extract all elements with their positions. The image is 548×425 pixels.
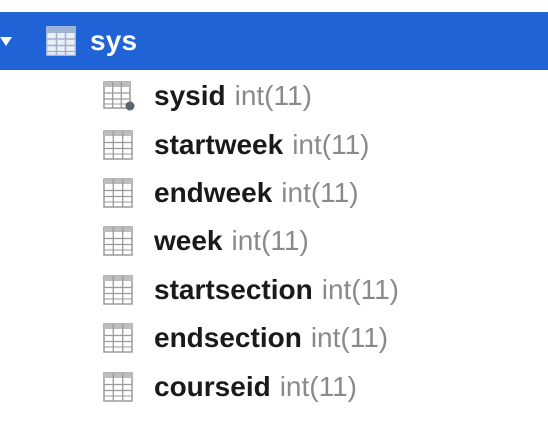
column-row-sysid[interactable]: sysid int(11) — [0, 72, 548, 120]
column-icon — [103, 275, 133, 305]
table-icon — [46, 26, 76, 56]
column-name: startweek — [154, 128, 284, 160]
column-type: int(11) — [321, 273, 400, 305]
schema-tree: sys sysid int(11) startweek int(11) endw… — [0, 0, 548, 425]
column-row-endweek[interactable]: endweek int(11) — [0, 169, 548, 217]
disclosure-triangle-icon[interactable] — [0, 36, 12, 46]
column-name: sysid — [154, 80, 226, 112]
column-icon — [103, 226, 133, 257]
column-type: int(11) — [310, 322, 389, 354]
column-row-week[interactable]: week int(11) — [0, 217, 548, 265]
primary-key-column-icon — [103, 81, 135, 111]
column-type: int(11) — [279, 370, 357, 402]
column-icon — [103, 129, 133, 160]
column-icon — [103, 371, 133, 402]
table-name-label: sys — [90, 25, 138, 56]
column-type: int(11) — [281, 176, 359, 208]
column-type: int(11) — [234, 80, 312, 112]
column-name: endsection — [154, 322, 302, 354]
column-row-endsection[interactable]: endsection int(11) — [0, 314, 548, 362]
column-type: int(11) — [231, 225, 309, 257]
column-row-startweek[interactable]: startweek int(11) — [0, 120, 548, 168]
column-icon — [103, 178, 133, 208]
table-node-sys[interactable]: sys — [0, 12, 548, 70]
column-name: endweek — [154, 176, 273, 208]
column-name: week — [154, 225, 223, 257]
column-row-startsection[interactable]: startsection int(11) — [0, 266, 548, 314]
column-name: courseid — [154, 370, 271, 402]
column-icon — [103, 323, 133, 353]
column-row-courseid[interactable]: courseid int(11) — [0, 362, 548, 410]
column-list: sysid int(11) startweek int(11) endweek … — [0, 72, 548, 411]
column-name: startsection — [154, 273, 313, 305]
column-type: int(11) — [292, 128, 370, 160]
